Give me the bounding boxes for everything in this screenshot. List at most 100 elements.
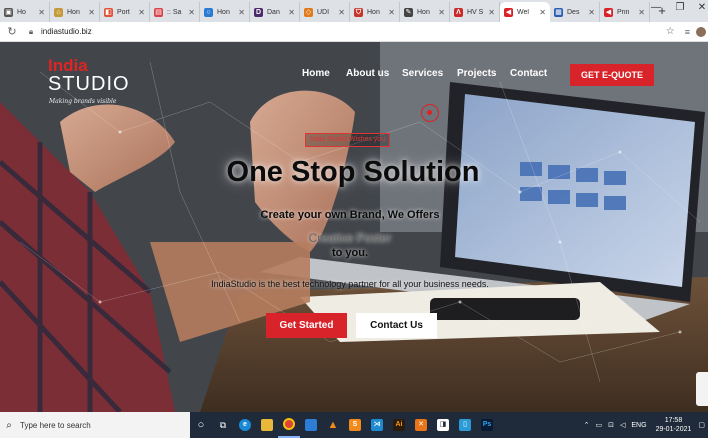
system-tray: ⌃ ▭ ⊡ ◁ ENG 17:58 29-01-2021 ▢: [581, 416, 708, 434]
maximize-icon[interactable]: ❐: [670, 2, 690, 18]
clock-date: 29-01-2021: [655, 426, 692, 433]
tab-favicon-icon: ✎: [404, 7, 413, 17]
decorative-circle: [421, 104, 439, 122]
reading-list-icon[interactable]: ≡: [685, 27, 690, 37]
tab-favicon-icon: D: [254, 7, 263, 17]
close-tab-icon[interactable]: ✕: [138, 8, 145, 17]
hero-description: IndiaStudio is the best technology partn…: [211, 279, 489, 289]
tab-title: Des: [567, 8, 580, 16]
nav-about-us[interactable]: About us: [346, 68, 389, 82]
close-tab-icon[interactable]: ✕: [638, 8, 645, 17]
hero-subtitle-end: to you.: [331, 247, 369, 259]
tab-title: Hon: [367, 8, 380, 16]
volume-icon[interactable]: ◁: [620, 421, 625, 429]
task-view-icon[interactable]: ⧉: [212, 412, 234, 438]
file-explorer-icon[interactable]: [256, 412, 278, 438]
browser-tab[interactable]: ◇ UDI ✕: [300, 2, 350, 22]
hero-title: One Stop Solution: [226, 156, 480, 188]
close-tab-icon[interactable]: ✕: [288, 8, 295, 17]
tab-title: Hon: [67, 8, 80, 16]
address-bar[interactable]: 🔒︎ indiastudio.biz: [26, 24, 666, 40]
browser-tab[interactable]: ◀ Prin ✕: [600, 2, 650, 22]
close-tab-icon[interactable]: ✕: [539, 8, 546, 17]
tab-favicon-icon: ◀: [504, 7, 513, 17]
tab-favicon-icon: ⛉: [354, 7, 363, 17]
tab-favicon-icon: Λ: [454, 7, 463, 17]
close-tab-icon[interactable]: ✕: [388, 8, 395, 17]
nav-home[interactable]: Home: [302, 68, 330, 82]
cortana-icon[interactable]: ○: [190, 412, 212, 438]
site-logo[interactable]: India STUDIO Making brands visible: [48, 56, 138, 111]
vlc-icon[interactable]: ▲: [322, 412, 344, 438]
sublime-icon[interactable]: S: [344, 412, 366, 438]
close-tab-icon[interactable]: ✕: [438, 8, 445, 17]
language-indicator[interactable]: ENG: [631, 422, 646, 429]
nav-contact[interactable]: Contact: [510, 68, 547, 82]
hero-badge: India Studio Wishes you: [305, 133, 391, 147]
browser-tab[interactable]: Λ HV S ✕: [450, 2, 500, 22]
reload-icon[interactable]: ↻: [4, 24, 20, 40]
close-window-icon[interactable]: ✕: [692, 2, 708, 18]
contact-us-button[interactable]: Contact Us: [356, 313, 437, 338]
browser-tab[interactable]: ⛉ Hon ✕: [350, 2, 400, 22]
browser-tab[interactable]: ◧ Port ✕: [100, 2, 150, 22]
logo-tagline: Making brands visible: [49, 98, 117, 105]
windows-taskbar: ⌕ Type here to search ○ ⧉ e ▲ S ⋊ Ai ✕ ◨…: [0, 412, 708, 438]
minimize-icon[interactable]: —: [646, 2, 666, 18]
notes-icon[interactable]: ▯: [454, 412, 476, 438]
app-icon[interactable]: ◨: [432, 412, 454, 438]
chevron-up-icon[interactable]: ⌃: [584, 421, 590, 429]
close-tab-icon[interactable]: ✕: [588, 8, 595, 17]
battery-icon[interactable]: ▭: [596, 421, 603, 429]
browser-tab[interactable]: ▦ Des ✕: [550, 2, 600, 22]
browser-tab[interactable]: ○ Hon ✕: [200, 2, 250, 22]
clock[interactable]: 17:58 29-01-2021: [656, 416, 692, 434]
web-page: India STUDIO Making brands visible Home …: [0, 42, 708, 412]
tab-favicon-icon: ▤: [154, 7, 163, 17]
bookmark-star-icon[interactable]: ☆: [666, 26, 675, 37]
browser-tab[interactable]: ⌂ Hon ✕: [50, 2, 100, 22]
recaptcha-badge[interactable]: [696, 372, 708, 406]
browser-tab[interactable]: ▣ Ho ✕: [0, 2, 50, 22]
close-tab-icon[interactable]: ✕: [188, 8, 195, 17]
profile-avatar[interactable]: [696, 26, 706, 37]
nav-projects[interactable]: Projects: [457, 68, 496, 82]
xampp-icon[interactable]: ✕: [410, 412, 432, 438]
search-icon: ⌕: [6, 419, 12, 431]
close-tab-icon[interactable]: ✕: [238, 8, 245, 17]
chrome-icon[interactable]: [278, 412, 300, 438]
browser-tab[interactable]: ▤:: Sa ✕: [150, 2, 200, 22]
tab-title: Dan: [267, 8, 280, 16]
logo-text-studio: STUDIO: [48, 73, 130, 95]
tab-title: Ho: [17, 8, 26, 16]
photoshop-icon[interactable]: Ps: [476, 412, 498, 438]
tab-title: Hon: [217, 8, 230, 16]
store-icon[interactable]: [300, 412, 322, 438]
close-tab-icon[interactable]: ✕: [338, 8, 345, 17]
tab-favicon-icon: ◧: [104, 7, 113, 17]
close-tab-icon[interactable]: ✕: [488, 8, 495, 17]
tab-title: HV S: [467, 8, 484, 16]
close-tab-icon[interactable]: ✕: [38, 8, 45, 17]
browser-tab-strip: ▣ Ho ✕ ⌂ Hon ✕ ◧ Port ✕ ▤:: Sa ✕ ○ Hon ✕ D Dan ✕ ◇ UDI ✕ ⛉ Ho…: [0, 0, 708, 22]
tab-favicon-icon: ◀: [604, 7, 613, 17]
illustrator-icon[interactable]: Ai: [388, 412, 410, 438]
tab-favicon-icon: ⌂: [54, 7, 63, 17]
browser-toolbar: ↻ 🔒︎ indiastudio.biz ☆ ≡: [0, 22, 708, 42]
get-equote-button[interactable]: GET E-QUOTE: [570, 64, 654, 86]
browser-tab[interactable]: D Dan ✕: [250, 2, 300, 22]
nav-services[interactable]: Services: [402, 68, 443, 82]
network-icon[interactable]: ⊡: [608, 421, 614, 429]
tab-title: Prin: [617, 8, 630, 16]
browser-tab[interactable]: ✎ Hon ✕: [400, 2, 450, 22]
tab-title: UDI: [317, 8, 330, 16]
browser-tab[interactable]: ◀ Wel ✕: [500, 2, 550, 22]
vscode-icon[interactable]: ⋊: [366, 412, 388, 438]
clock-time: 17:58: [664, 417, 683, 424]
taskbar-search[interactable]: ⌕ Type here to search: [0, 412, 190, 438]
lock-icon: 🔒︎: [28, 26, 34, 36]
edge-icon[interactable]: e: [234, 412, 256, 438]
notifications-icon[interactable]: ▢: [698, 421, 705, 429]
get-started-button[interactable]: Get Started: [266, 313, 347, 338]
close-tab-icon[interactable]: ✕: [88, 8, 95, 17]
